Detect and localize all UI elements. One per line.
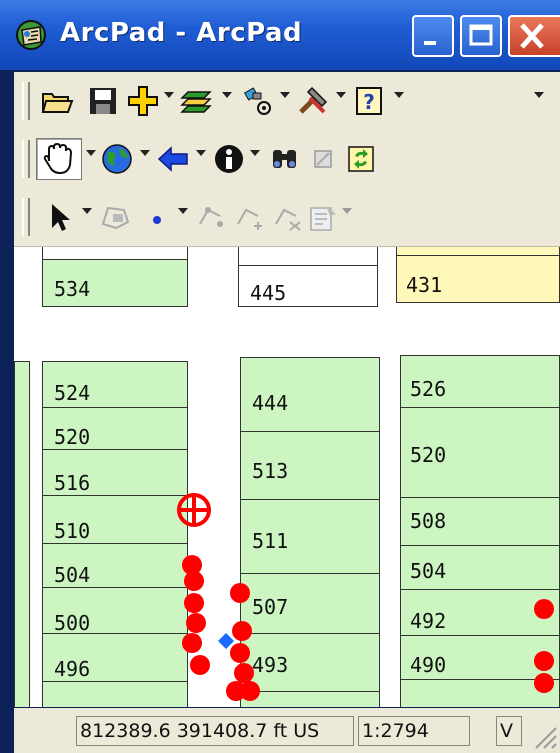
gps-point	[186, 613, 206, 633]
save-icon[interactable]	[86, 84, 120, 118]
pan-dropdown[interactable]	[86, 150, 96, 156]
gps-point	[230, 583, 250, 603]
gps-point	[230, 643, 250, 663]
maximize-icon	[469, 24, 493, 46]
vertex-icon[interactable]	[194, 200, 228, 234]
add-vertex-icon[interactable]	[232, 200, 266, 234]
properties-icon[interactable]	[306, 200, 340, 234]
identify-dropdown[interactable]	[250, 150, 260, 156]
clear-icon[interactable]	[306, 142, 340, 176]
toolbar-overflow-dropdown[interactable]	[534, 92, 544, 98]
gps-point	[534, 651, 554, 671]
find-icon[interactable]	[268, 142, 302, 176]
gps-point	[234, 663, 254, 683]
title-bar[interactable]: ArcPad - ArcPad	[0, 0, 560, 70]
point-dropdown[interactable]	[178, 208, 188, 214]
tools-icon[interactable]	[296, 84, 330, 118]
target-crosshair-icon	[177, 493, 211, 527]
layers-dropdown[interactable]	[222, 92, 232, 98]
select-arrow-icon[interactable]	[44, 200, 78, 234]
zoom-globe-icon[interactable]	[100, 142, 134, 176]
navigation-toolbar	[14, 130, 560, 189]
maximize-button[interactable]	[460, 15, 502, 57]
move-vertex-icon[interactable]	[270, 200, 304, 234]
status-bar: 812389.6 391408.7 ft US 1:2794 V	[14, 708, 560, 753]
svg-text:?: ?	[363, 90, 375, 114]
polygon-icon[interactable]	[98, 200, 132, 234]
gps-icon[interactable]	[240, 84, 274, 118]
open-icon[interactable]	[40, 84, 74, 118]
close-button[interactable]	[508, 15, 560, 57]
add-layer-dropdown[interactable]	[164, 92, 174, 98]
gps-overlay	[177, 493, 554, 701]
zoom-dropdown[interactable]	[140, 150, 150, 156]
layers-icon[interactable]	[180, 84, 214, 118]
minimize-icon	[424, 41, 436, 45]
mode-indicator: V	[496, 716, 522, 746]
add-layer-icon[interactable]	[126, 84, 160, 118]
pan-icon[interactable]	[36, 138, 82, 180]
help-icon[interactable]: ?	[352, 84, 386, 118]
edit-toolbar	[14, 188, 560, 247]
close-icon	[520, 23, 544, 49]
arcpad-window: ArcPad - ArcPad ? 534 445 431 524 520 51…	[0, 0, 560, 753]
coordinates-readout: 812389.6 391408.7 ft US	[76, 716, 354, 746]
gps-point	[190, 655, 210, 675]
toolbar-grip[interactable]	[22, 140, 30, 178]
gps-point	[534, 599, 554, 619]
select-dropdown[interactable]	[82, 208, 92, 214]
properties-dropdown[interactable]	[342, 208, 352, 214]
gps-point	[184, 571, 204, 591]
minimize-button[interactable]	[412, 15, 454, 57]
gps-track-points	[182, 555, 554, 701]
resize-grip-icon[interactable]	[530, 722, 558, 750]
gps-point	[240, 681, 260, 701]
refresh-icon[interactable]	[344, 142, 378, 176]
arcpad-app-icon	[16, 20, 46, 50]
toolbar-grip[interactable]	[22, 82, 30, 120]
toolbar-grip[interactable]	[22, 198, 30, 236]
window-frame-left	[0, 70, 14, 753]
point-icon[interactable]	[140, 200, 174, 234]
back-dropdown[interactable]	[196, 150, 206, 156]
map-view[interactable]: 534 445 431 524 520 516 510 504 500 496 …	[14, 247, 560, 707]
identify-icon[interactable]	[212, 142, 246, 176]
gps-dropdown[interactable]	[280, 92, 290, 98]
scale-readout[interactable]: 1:2794	[358, 716, 470, 746]
gps-point	[232, 621, 252, 641]
file-toolbar: ?	[14, 72, 560, 131]
back-arrow-icon[interactable]	[156, 142, 190, 176]
gps-point	[182, 633, 202, 653]
current-position-marker	[218, 633, 234, 649]
tools-dropdown[interactable]	[336, 92, 346, 98]
gps-point	[534, 673, 554, 693]
gps-point	[184, 593, 204, 613]
window-title: ArcPad - ArcPad	[60, 18, 303, 48]
help-dropdown[interactable]	[394, 92, 404, 98]
